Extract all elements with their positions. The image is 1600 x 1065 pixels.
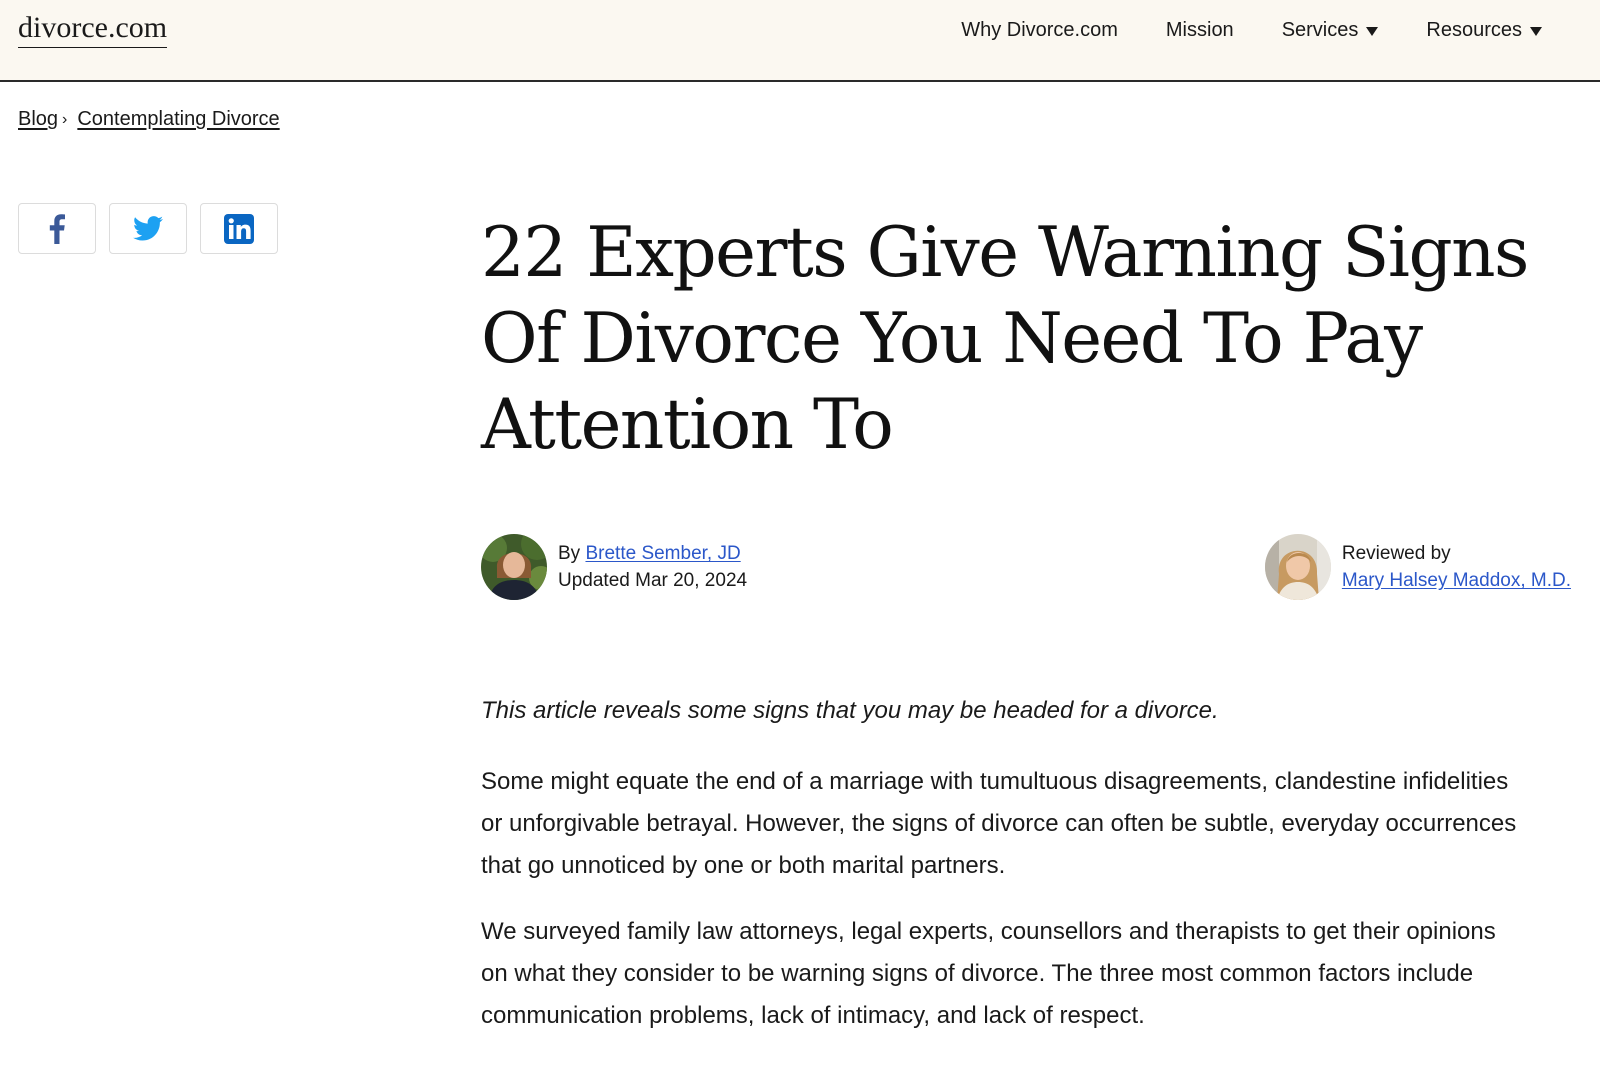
facebook-icon xyxy=(49,213,65,244)
reviewed-by-label: Reviewed by xyxy=(1341,543,1451,564)
nav-item-why-divorce[interactable]: Why Divorce.com xyxy=(961,18,1118,42)
reviewer-byline-text: Reviewed by Mary Halsey Maddox, M.D. xyxy=(1342,540,1571,594)
nav-item-label: Mission xyxy=(1165,18,1234,41)
article-paragraph: We surveyed family law attorneys, legal … xyxy=(481,918,1496,1029)
nav-item-mission[interactable]: Mission xyxy=(1166,18,1234,42)
site-header: divorce.com Why Divorce.com Mission Serv… xyxy=(0,0,1600,82)
article-title: 22 Experts Give Warning Signs Of Divorce… xyxy=(481,213,1529,465)
author-name-link[interactable]: Brette Sember, JD xyxy=(585,543,740,564)
article-lede: This article reveals some signs that you… xyxy=(481,697,1219,724)
breadcrumb-blog-link[interactable]: Blog xyxy=(18,108,58,131)
linkedin-share-button[interactable] xyxy=(200,203,278,254)
article: 22 Experts Give Warning Signs Of Divorce… xyxy=(481,210,1571,468)
share-buttons xyxy=(18,203,278,254)
nav-item-resources[interactable]: Resources xyxy=(1426,18,1542,42)
nav-item-label: Services xyxy=(1281,18,1359,41)
twitter-share-button[interactable] xyxy=(109,203,187,254)
byline-prefix: By xyxy=(558,543,581,564)
breadcrumb: Blog › Contemplating Divorce xyxy=(18,108,280,131)
nav-item-services[interactable]: Services xyxy=(1282,18,1379,42)
facebook-share-button[interactable] xyxy=(18,203,96,254)
reviewer-byline: Reviewed by Mary Halsey Maddox, M.D. xyxy=(1264,534,1571,600)
article-paragraph: Some might equate the end of a marriage … xyxy=(481,768,1517,879)
site-logo[interactable]: divorce.com xyxy=(18,10,168,48)
reviewer-name-link[interactable]: Mary Halsey Maddox, M.D. xyxy=(1342,570,1571,591)
twitter-icon xyxy=(133,216,163,241)
nav-item-label: Why Divorce.com xyxy=(961,18,1118,41)
linkedin-icon xyxy=(224,213,254,244)
main-nav: Why Divorce.com Mission Services Resourc… xyxy=(913,18,1542,42)
nav-item-label: Resources xyxy=(1426,18,1522,41)
updated-date: Updated Mar 20, 2024 xyxy=(558,570,748,591)
byline-row: By Brette Sember, JD Updated Mar 20, 202… xyxy=(481,534,1571,600)
caret-down-icon xyxy=(1366,26,1379,36)
reviewer-avatar[interactable] xyxy=(1264,534,1331,600)
caret-down-icon xyxy=(1530,26,1542,36)
author-byline: By Brette Sember, JD Updated Mar 20, 202… xyxy=(481,534,747,600)
author-avatar[interactable] xyxy=(481,534,547,600)
breadcrumb-contemplating-divorce-link[interactable]: Contemplating Divorce xyxy=(77,108,279,131)
author-byline-text: By Brette Sember, JD Updated Mar 20, 202… xyxy=(558,540,747,594)
breadcrumb-separator: › xyxy=(62,110,68,128)
